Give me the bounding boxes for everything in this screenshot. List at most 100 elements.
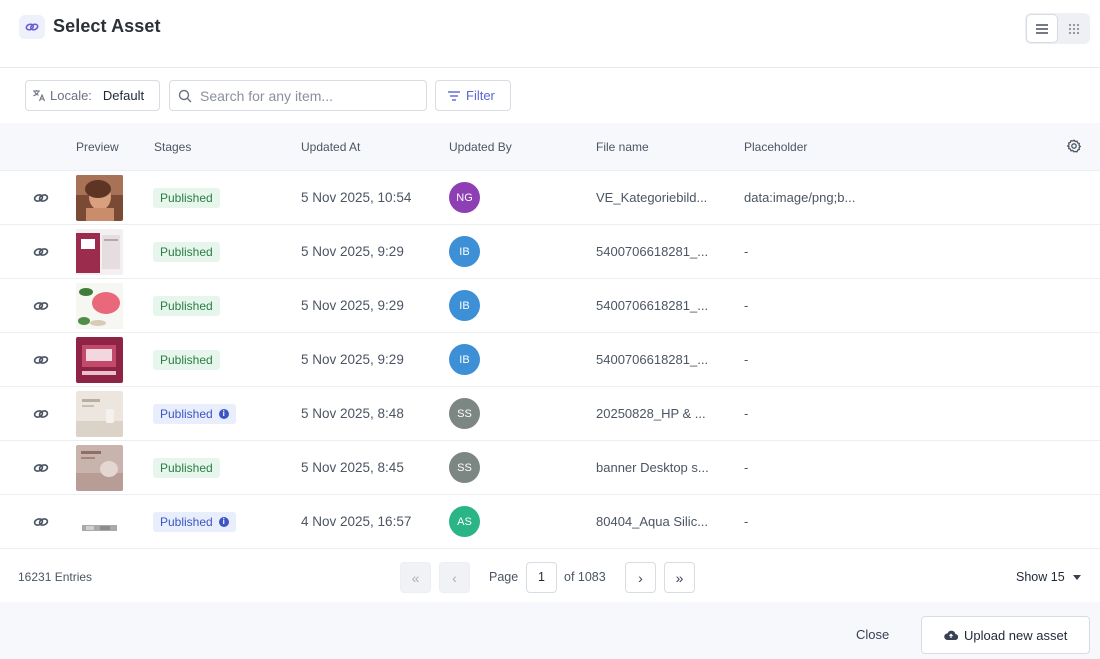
translate-icon [33, 90, 46, 102]
link-icon[interactable] [32, 513, 50, 536]
upload-new-asset-button[interactable]: Upload new asset [921, 616, 1090, 654]
status-badge: Published [153, 188, 220, 208]
avatar: IB [449, 236, 480, 267]
table-row[interactable]: Published 5 Nov 2025, 10:54 NG VE_Katego… [0, 171, 1100, 225]
file-name: 5400706618281_... [596, 244, 709, 259]
link-icon[interactable] [32, 405, 50, 428]
asset-thumbnail [76, 175, 123, 221]
table-header: Preview Stages Updated At Updated By Fil… [0, 123, 1100, 171]
modal-footer: Close Upload new asset [0, 602, 1100, 659]
page-number-input[interactable]: 1 [526, 562, 557, 593]
updated-at: 5 Nov 2025, 8:48 [301, 406, 404, 421]
pagination-bar: 16231 Entries « ‹ Page 1 of 1083 › » Sho… [0, 552, 1100, 602]
updated-at: 5 Nov 2025, 9:29 [301, 244, 404, 259]
updated-at: 5 Nov 2025, 10:54 [301, 190, 412, 205]
table-row[interactable]: Published 5 Nov 2025, 9:29 IB 5400706618… [0, 279, 1100, 333]
asset-thumbnail [76, 337, 123, 383]
double-chevron-right-icon: » [675, 569, 684, 586]
status-badge: Published [153, 458, 220, 478]
updated-at: 4 Nov 2025, 16:57 [301, 514, 412, 529]
double-chevron-left-icon: « [411, 569, 420, 586]
placeholder-value: data:image/png;b... [744, 190, 856, 205]
asset-thumbnail [76, 445, 123, 491]
modal-header: Select Asset [0, 0, 1100, 68]
avatar: NG [449, 182, 480, 213]
placeholder-value: - [744, 460, 749, 475]
link-icon[interactable] [32, 243, 50, 266]
column-stages: Stages [154, 140, 192, 154]
toolbar: Locale: Default Filter [0, 68, 1100, 123]
link-icon[interactable] [32, 459, 50, 482]
close-button[interactable]: Close [856, 627, 889, 642]
page-title: Select Asset [53, 16, 161, 36]
file-name: banner Desktop s... [596, 460, 709, 475]
file-name: 80404_Aqua Silic... [596, 514, 709, 529]
status-badge: Published [153, 242, 220, 262]
filter-label: Filter [466, 88, 495, 103]
avatar: SS [449, 452, 480, 483]
status-badge: Published [153, 350, 220, 370]
total-pages: of 1083 [564, 570, 606, 584]
filter-icon [448, 90, 460, 101]
placeholder-value: - [744, 514, 749, 529]
avatar: IB [449, 344, 480, 375]
asset-thumbnail [76, 391, 123, 437]
file-name: 20250828_HP & ... [596, 406, 706, 421]
column-placeholder[interactable]: Placeholder [744, 140, 807, 154]
chevron-right-icon: › [638, 569, 643, 586]
placeholder-value: - [744, 298, 749, 313]
asset-thumbnail [76, 283, 123, 329]
placeholder-value: - [744, 352, 749, 367]
locale-label: Locale: [50, 88, 92, 103]
file-name: VE_Kategoriebild... [596, 190, 708, 205]
prev-page-button[interactable]: ‹ [439, 562, 470, 593]
status-badge: Published i [153, 512, 236, 532]
search-icon [178, 89, 192, 102]
search-input[interactable] [200, 87, 415, 104]
file-name: 5400706618281_... [596, 352, 709, 367]
page-label: Page [489, 570, 519, 584]
avatar: AS [449, 506, 480, 537]
entries-count: 16231 Entries [18, 570, 93, 584]
upload-label: Upload new asset [964, 627, 1068, 643]
status-badge: Published i [153, 404, 236, 424]
column-updated-by[interactable]: Updated By [449, 140, 512, 154]
link-icon[interactable] [32, 351, 50, 374]
updated-at: 5 Nov 2025, 9:29 [301, 352, 404, 367]
column-file-name[interactable]: File name [596, 140, 649, 154]
page-size-label: Show 15 [1016, 570, 1065, 584]
table-row[interactable]: Published 5 Nov 2025, 8:45 SS banner Des… [0, 441, 1100, 495]
link-icon[interactable] [32, 297, 50, 320]
column-settings-button[interactable] [1066, 138, 1082, 159]
page-size-select[interactable]: Show 15 [1016, 570, 1081, 584]
info-icon[interactable]: i [218, 409, 229, 419]
table-row[interactable]: Published 5 Nov 2025, 9:29 IB 5400706618… [0, 225, 1100, 279]
asset-thumbnail [76, 229, 123, 275]
grid-view-button[interactable] [1058, 14, 1090, 43]
locale-value: Default [102, 88, 145, 103]
link-icon[interactable] [32, 189, 50, 212]
avatar: IB [449, 290, 480, 321]
link-icon [19, 15, 45, 39]
locale-selector[interactable]: Locale: Default [25, 80, 160, 111]
table-row[interactable]: Published i 4 Nov 2025, 16:57 AS 80404_Aq… [0, 495, 1100, 549]
list-view-icon [1036, 23, 1048, 34]
last-page-button[interactable]: » [664, 562, 695, 593]
placeholder-value: - [744, 244, 749, 259]
list-view-button[interactable] [1026, 14, 1058, 43]
table-row[interactable]: Published 5 Nov 2025, 9:29 IB 5400706618… [0, 333, 1100, 387]
search-box [169, 80, 427, 111]
table-row[interactable]: Published i 5 Nov 2025, 8:48 SS 20250828_… [0, 387, 1100, 441]
cloud-upload-icon [944, 630, 958, 641]
next-page-button[interactable]: › [625, 562, 656, 593]
caret-down-icon [1072, 574, 1081, 580]
info-icon[interactable]: i [218, 517, 229, 527]
column-updated-at[interactable]: Updated At [301, 140, 360, 154]
filter-button[interactable]: Filter [435, 80, 511, 111]
gear-icon [1066, 139, 1082, 153]
status-badge: Published [153, 296, 220, 316]
updated-at: 5 Nov 2025, 8:45 [301, 460, 404, 475]
grid-view-icon [1068, 23, 1080, 34]
updated-at: 5 Nov 2025, 9:29 [301, 298, 404, 313]
first-page-button[interactable]: « [400, 562, 431, 593]
